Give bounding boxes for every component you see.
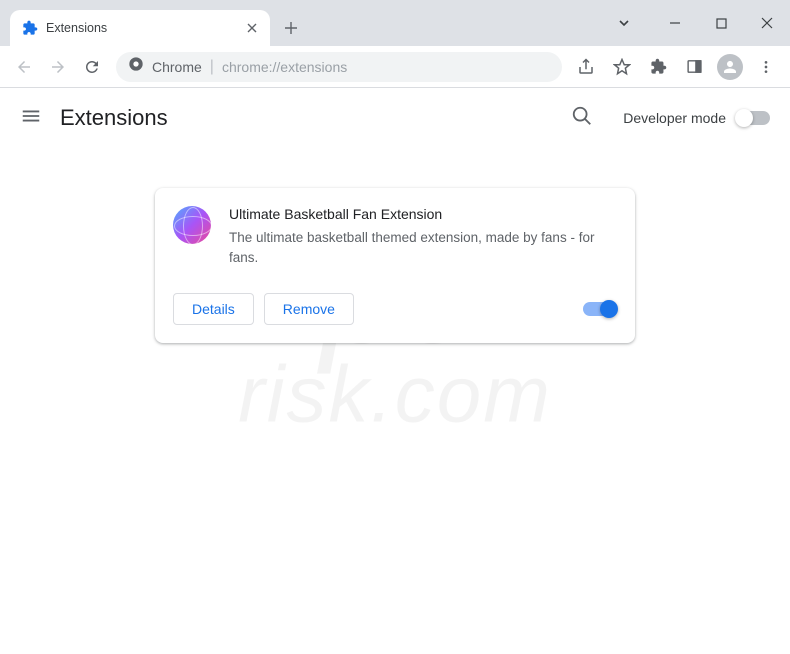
maximize-button[interactable] [698, 3, 744, 43]
tab-title: Extensions [46, 21, 236, 35]
back-button[interactable] [8, 51, 40, 83]
window-controls [606, 0, 790, 46]
developer-mode-label: Developer mode [623, 110, 726, 126]
tab-search-button[interactable] [606, 8, 642, 38]
page-header: Extensions Developer mode [0, 88, 790, 148]
reload-button[interactable] [76, 51, 108, 83]
browser-tab[interactable]: Extensions [10, 10, 270, 46]
avatar-icon [717, 54, 743, 80]
share-button[interactable] [570, 51, 602, 83]
main-menu-button[interactable] [20, 105, 42, 132]
menu-button[interactable] [750, 51, 782, 83]
url-divider: | [210, 58, 214, 76]
details-button[interactable]: Details [173, 293, 254, 325]
forward-button[interactable] [42, 51, 74, 83]
extension-description: The ultimate basketball themed extension… [229, 228, 617, 269]
window-titlebar: Extensions [0, 0, 790, 46]
developer-mode-row: Developer mode [623, 110, 770, 126]
extension-card: Ultimate Basketball Fan Extension The ul… [155, 188, 635, 343]
close-window-button[interactable] [744, 3, 790, 43]
extension-puzzle-icon [22, 20, 38, 36]
extensions-button[interactable] [642, 51, 674, 83]
minimize-button[interactable] [652, 3, 698, 43]
tab-close-button[interactable] [244, 20, 260, 36]
developer-mode-toggle[interactable] [736, 111, 770, 125]
search-extensions-button[interactable] [571, 105, 593, 132]
remove-button[interactable]: Remove [264, 293, 354, 325]
bookmark-button[interactable] [606, 51, 638, 83]
new-tab-button[interactable] [276, 13, 306, 43]
extensions-list: Ultimate Basketball Fan Extension The ul… [0, 148, 790, 383]
extension-basketball-icon [173, 206, 211, 244]
url-path: chrome://extensions [222, 59, 347, 75]
url-origin-label: Chrome [152, 59, 202, 75]
side-panel-button[interactable] [678, 51, 710, 83]
page-title: Extensions [60, 105, 553, 131]
extension-name: Ultimate Basketball Fan Extension [229, 206, 617, 222]
profile-button[interactable] [714, 51, 746, 83]
chrome-logo-icon [128, 56, 144, 77]
extension-enable-toggle[interactable] [583, 302, 617, 316]
url-input[interactable]: Chrome | chrome://extensions [116, 52, 562, 82]
address-bar: Chrome | chrome://extensions [0, 46, 790, 88]
